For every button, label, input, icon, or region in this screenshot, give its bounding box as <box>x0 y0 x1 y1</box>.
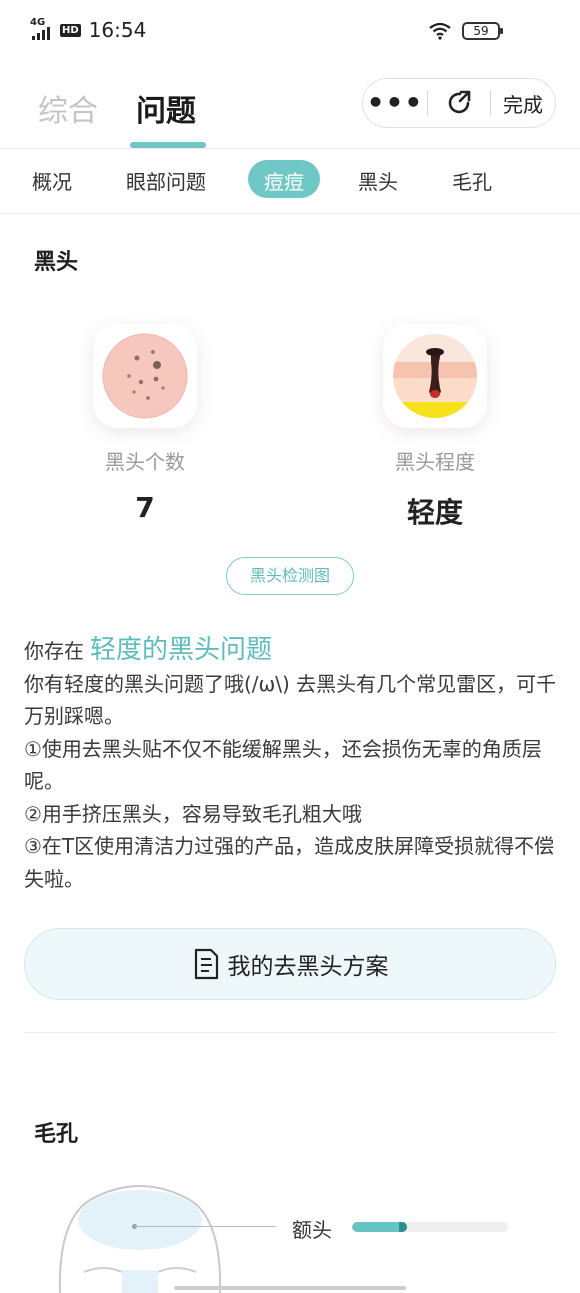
refresh-button[interactable] <box>428 88 490 118</box>
signal-icon: 4G <box>30 18 54 42</box>
blackhead-detection-map-button[interactable]: 黑头检测图 <box>226 557 354 595</box>
header-divider <box>0 148 580 149</box>
document-icon <box>194 948 218 980</box>
section-title-blackhead: 黑头 <box>34 250 79 275</box>
status-bar: 4G HD 16:54 59 <box>0 0 580 66</box>
section-divider <box>24 1032 556 1033</box>
subtab-summary[interactable]: 概况 <box>32 166 72 195</box>
summary-lead: 你存在 <box>24 639 84 663</box>
subtab-pores[interactable]: 毛孔 <box>452 166 492 195</box>
plan-button-label: 我的去黑头方案 <box>227 954 389 980</box>
battery-icon: 59 <box>462 22 503 40</box>
tab-overview[interactable]: 综合 <box>38 86 98 130</box>
blackhead-count-label: 黑头个数 <box>105 450 185 474</box>
refresh-icon <box>448 90 471 114</box>
subtab-bar: 概况 眼部问题 痘痘 黑头 毛孔 <box>0 160 580 204</box>
blackhead-degree-label: 黑头程度 <box>395 450 475 474</box>
blackhead-description: 你存在 轻度的黑头问题 你有轻度的黑头问题了哦(/ω\) 去黑头有几个常见雷区，可… <box>24 634 560 895</box>
blackhead-degree-stat: 黑头程度 轻度 <box>335 324 535 531</box>
advice-paragraph: ①使用去黑头贴不仅不能缓解黑头，还会损伤无辜的角质层呢。 <box>24 736 542 794</box>
pore-zone-row: 额头 <box>132 1212 534 1242</box>
done-button[interactable]: 完成 <box>491 89 555 118</box>
blackhead-plan-button[interactable]: 我的去黑头方案 <box>24 928 556 1000</box>
subtab-eye-problems[interactable]: 眼部问题 <box>126 166 206 195</box>
header: 综合 问题 ••• 完成 <box>0 70 580 150</box>
battery-level: 59 <box>473 24 489 38</box>
more-icon[interactable]: ••• <box>363 89 427 117</box>
skin-dots-icon <box>93 324 197 428</box>
summary-highlight: 轻度的黑头问题 <box>90 635 273 665</box>
subtab-divider <box>0 213 580 214</box>
home-indicator <box>174 1286 406 1290</box>
zone-level-fill <box>352 1222 407 1232</box>
blackhead-count-stat: 黑头个数 7 <box>45 324 245 524</box>
hd-badge: HD <box>60 23 81 37</box>
advice-paragraph: ②用手挤压黑头，容易导致毛孔粗大哦 <box>24 801 362 826</box>
zone-label-forehead: 额头 <box>292 1218 332 1242</box>
subtab-acne[interactable]: 痘痘 <box>248 160 320 198</box>
pore-blackhead-icon <box>383 324 487 428</box>
blackhead-summary-line: 你存在 轻度的黑头问题 <box>24 634 560 668</box>
advice-paragraph: 你有轻度的黑头问题了哦(/ω\) 去黑头有几个常见雷区，可千万别踩嗯。 <box>24 671 557 729</box>
wifi-icon <box>429 22 451 40</box>
zone-level-track <box>352 1222 508 1232</box>
advice-paragraph: ③在T区使用清洁力过强的产品，造成皮肤屏障受损就得不偿失啦。 <box>24 834 555 891</box>
zone-leader-line <box>134 1226 276 1227</box>
section-title-pores: 毛孔 <box>34 1122 79 1147</box>
tab-problems[interactable]: 问题 <box>136 86 196 130</box>
blackhead-degree-value: 轻度 <box>406 496 463 529</box>
subtab-blackhead[interactable]: 黑头 <box>358 166 398 195</box>
miniprogram-capsule: ••• 完成 <box>362 78 556 128</box>
status-time: 16:54 <box>88 18 147 42</box>
blackhead-count-value: 7 <box>135 491 155 524</box>
status-right: 59 <box>428 22 503 40</box>
status-left: 4G HD 16:54 <box>30 18 147 43</box>
